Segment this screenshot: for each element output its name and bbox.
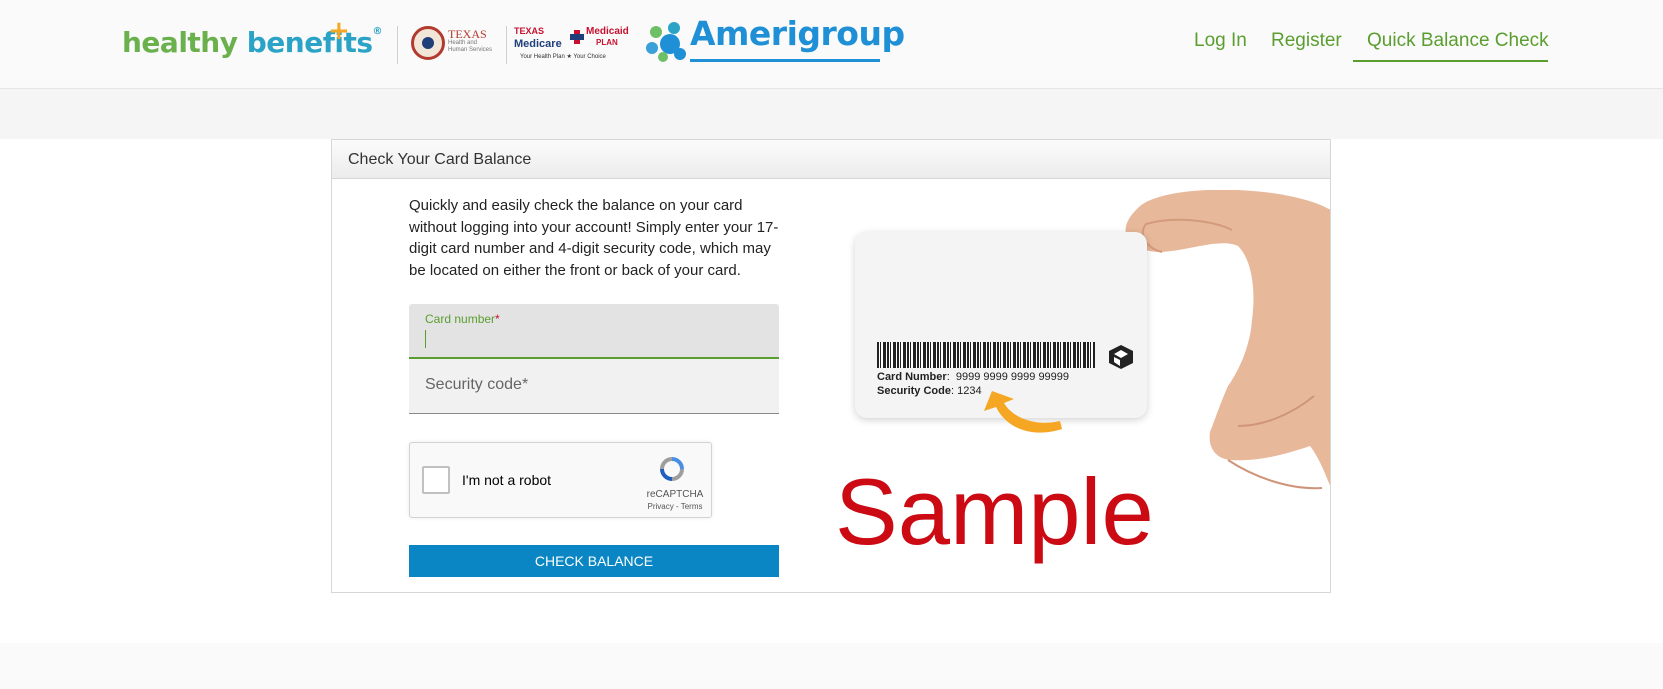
medicare-logo-plan: PLAN <box>596 38 618 47</box>
texas-logo-subtitle: Health and Human Services <box>448 40 493 53</box>
nav-quick-balance-link[interactable]: Quick Balance Check <box>1367 30 1549 52</box>
panel-header: Check Your Card Balance <box>332 140 1330 179</box>
pointer-arrow-icon <box>984 391 1062 433</box>
amerigroup-underline <box>690 59 880 62</box>
texas-medicare-medicaid-logo: TEXAS Medicaid Medicare PLAN Your Health… <box>514 26 629 62</box>
security-code-input[interactable] <box>409 359 779 413</box>
recaptcha-icon <box>660 457 684 481</box>
active-nav-indicator <box>1353 60 1548 62</box>
medicare-logo-texas: TEXAS <box>514 26 545 36</box>
recaptcha-label: I'm not a robot <box>462 472 552 488</box>
nav-login-link[interactable]: Log In <box>1194 30 1247 52</box>
texas-hhs-logo: TEXAS Health and Human Services <box>448 28 498 54</box>
logo-benefits-text: benefits <box>246 26 373 59</box>
recaptcha-brand: reCAPTCHA <box>646 489 704 500</box>
logo-divider <box>397 26 398 64</box>
nav-register-link[interactable]: Register <box>1271 30 1342 52</box>
amerigroup-logo: Amerigroup <box>690 14 905 53</box>
logo-healthy-text: healthy <box>122 26 238 59</box>
recaptcha-privacy-terms[interactable]: Privacy - Terms <box>640 502 710 511</box>
card-number-field[interactable]: Card number* <box>409 304 779 359</box>
recaptcha-checkbox[interactable] <box>422 466 450 494</box>
medicare-logo-tagline: Your Health Plan ★ Your Choice <box>520 54 606 60</box>
security-code-field[interactable]: Security code* <box>409 359 779 414</box>
medicare-logo-medicare: Medicare <box>514 38 562 50</box>
balance-panel: Check Your Card Balance Quickly and easi… <box>331 139 1331 593</box>
amerigroup-mark-icon <box>646 22 690 64</box>
barcode-icon <box>877 342 1095 368</box>
medicare-logo-medicaid: Medicaid <box>586 26 629 37</box>
check-balance-button[interactable]: CHECK BALANCE <box>409 545 779 577</box>
logo-divider <box>506 26 507 64</box>
healthy-benefits-logo[interactable]: healthy benefits® + <box>122 16 383 59</box>
page-band <box>0 89 1663 139</box>
card-number-input[interactable] <box>409 304 779 357</box>
texas-seal-icon <box>411 26 445 60</box>
panel-title: Check Your Card Balance <box>348 151 532 168</box>
panel-description: Quickly and easily check the balance on … <box>409 197 779 279</box>
site-header: healthy benefits® + TEXAS Health and Hum… <box>0 0 1663 89</box>
cross-icon <box>570 30 584 44</box>
sample-card-number: Card Number: 9999 9999 9999 99999 <box>877 371 1070 383</box>
registered-mark: ® <box>372 26 383 37</box>
card-brand-icon <box>1109 345 1133 369</box>
plus-icon: + <box>328 16 350 46</box>
sample-security-code: Security Code: 1234 <box>877 385 982 397</box>
texas-logo-title: TEXAS <box>448 27 487 41</box>
recaptcha-widget: I'm not a robot reCAPTCHA Privacy - Term… <box>409 442 712 518</box>
page-footer-band <box>0 643 1663 689</box>
sample-watermark: Sample <box>835 459 1154 564</box>
